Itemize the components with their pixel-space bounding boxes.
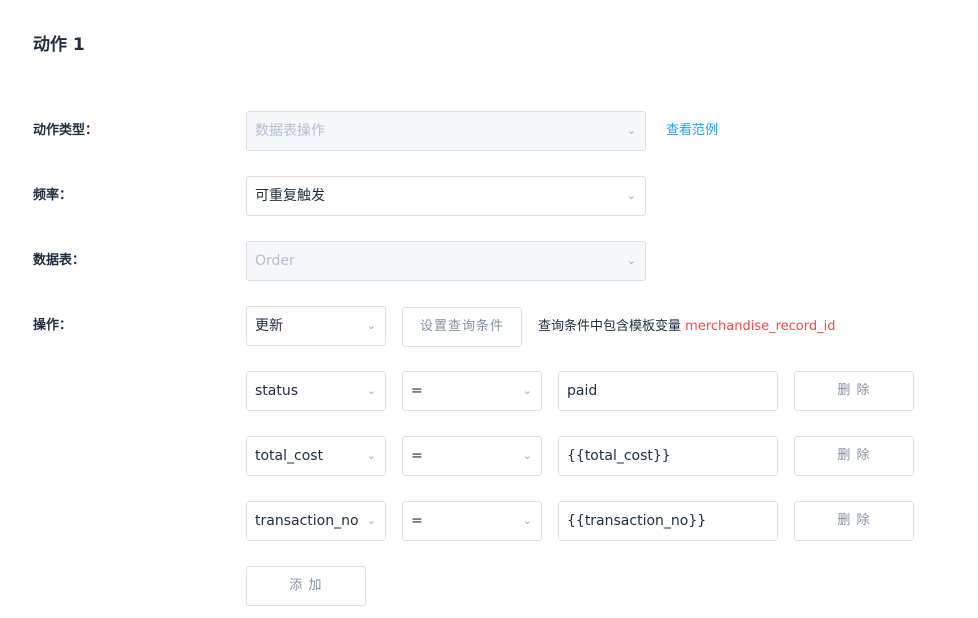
operation-select[interactable]: 更新 ⌄ [246,306,386,346]
add-button[interactable]: 添 加 [246,566,366,606]
chevron-down-icon: ⌄ [522,514,532,527]
operator-value: = [411,383,423,399]
frequency-select[interactable]: 可重复触发 ⌄ [246,176,646,216]
field-value: status [255,383,299,399]
table-select[interactable]: Order ⌄ [246,241,646,281]
operator-select[interactable]: = ⌄ [402,371,542,411]
chevron-down-icon: ⌄ [626,189,636,202]
view-example-link[interactable]: 查看范例 [666,121,718,141]
operator-value: = [411,513,423,529]
value-text: {{total_cost}} [567,448,671,464]
chevron-down-icon: ⌄ [366,514,376,527]
chevron-down-icon: ⌄ [366,319,376,332]
value-text: {{transaction_no}} [567,513,707,529]
query-hint-text: 查询条件中包含模板变量 [538,319,682,334]
query-hint-variable: merchandise_record_id [685,319,836,334]
field-value: transaction_no [255,513,359,529]
value-input[interactable]: paid [558,371,778,411]
frequency-label: 频率： [33,188,73,203]
chevron-down-icon: ⌄ [626,124,636,137]
operation-value: 更新 [255,318,283,334]
operator-value: = [411,448,423,464]
delete-button[interactable]: 删 除 [794,436,914,476]
value-input[interactable]: {{total_cost}} [558,436,778,476]
chevron-down-icon: ⌄ [626,254,636,267]
operator-select[interactable]: = ⌄ [402,501,542,541]
field-value: total_cost [255,448,324,464]
action-type-select[interactable]: 数据表操作 ⌄ [246,111,646,151]
action-type-value: 数据表操作 [255,123,325,139]
field-select[interactable]: transaction_no ⌄ [246,501,386,541]
operator-select[interactable]: = ⌄ [402,436,542,476]
delete-button[interactable]: 删 除 [794,371,914,411]
field-select[interactable]: status ⌄ [246,371,386,411]
chevron-down-icon: ⌄ [522,384,532,397]
chevron-down-icon: ⌄ [366,384,376,397]
value-text: paid [567,383,598,399]
frequency-value: 可重复触发 [255,188,325,204]
chevron-down-icon: ⌄ [366,449,376,462]
field-select[interactable]: total_cost ⌄ [246,436,386,476]
set-query-conditions-button[interactable]: 设置查询条件 [402,307,522,347]
operation-label: 操作： [33,318,73,333]
query-hint: 查询条件中包含模板变量 merchandise_record_id [538,317,836,337]
delete-button[interactable]: 删 除 [794,501,914,541]
table-value: Order [255,253,295,269]
page-title: 动作 1 [33,35,85,55]
value-input[interactable]: {{transaction_no}} [558,501,778,541]
table-label: 数据表： [33,253,86,268]
chevron-down-icon: ⌄ [522,449,532,462]
action-type-label: 动作类型： [33,123,99,138]
